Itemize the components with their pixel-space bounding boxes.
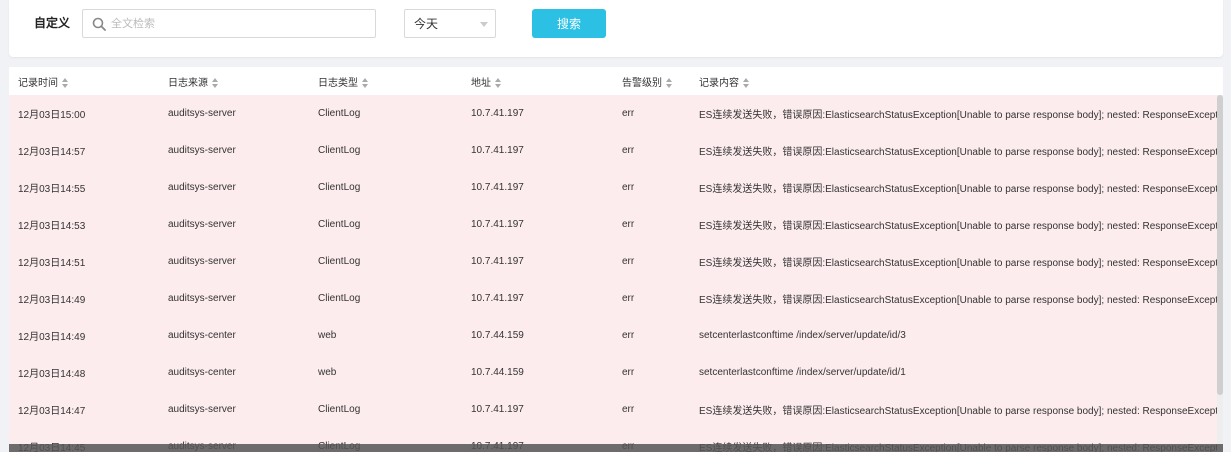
- table-row[interactable]: 12月03日14:53 auditsys-server ClientLog 10.7.…: [9, 206, 1223, 243]
- cell-alert-level: err: [622, 330, 635, 341]
- cell-address: 10.7.44.159: [471, 367, 524, 378]
- table-body: 12月03日15:00 auditsys-server ClientLog 10.7.…: [9, 95, 1223, 452]
- cell-log-type: ClientLog: [318, 108, 361, 119]
- column-header-label: 告警级别: [622, 77, 662, 89]
- log-table: 记录时间 日志来源 日志类型 地址 告警级别 记录内容 12月03日15:00 audits…: [9, 67, 1223, 452]
- cell-log-type: web: [318, 330, 337, 341]
- cell-record-time: 12月03日14:57: [18, 147, 86, 158]
- cell-address: 10.7.41.197: [471, 256, 524, 267]
- column-header-label: 记录内容: [699, 77, 739, 89]
- column-header-label: 记录时间: [18, 77, 58, 89]
- vertical-scrollbar[interactable]: [1217, 95, 1223, 452]
- column-header-record-content[interactable]: 记录内容: [690, 67, 1223, 95]
- cell-address: 10.7.41.197: [471, 182, 524, 193]
- cell-log-type: ClientLog: [318, 145, 361, 156]
- table-row[interactable]: 12月03日14:51 auditsys-server ClientLog 10.7.…: [9, 243, 1223, 280]
- column-header-label: 地址: [471, 77, 491, 89]
- sort-icon[interactable]: [362, 77, 369, 88]
- column-header-log-type[interactable]: 日志类型: [309, 67, 462, 95]
- table-header: 记录时间 日志来源 日志类型 地址 告警级别 记录内容: [9, 67, 1223, 95]
- table-row[interactable]: 12月03日14:47 auditsys-server ClientLog 10.7.…: [9, 391, 1223, 428]
- cell-alert-level: err: [622, 404, 635, 415]
- table-row[interactable]: 12月03日14:49 auditsys-center web 10.7.44.159…: [9, 317, 1223, 354]
- custom-filter-label: 自定义: [34, 16, 71, 30]
- cell-log-source: auditsys-server: [168, 404, 236, 415]
- cell-record-time: 12月03日15:00: [18, 110, 86, 121]
- cell-record-time: 12月03日14:49: [18, 332, 86, 343]
- sort-icon[interactable]: [62, 77, 69, 88]
- horizontal-scrollbar[interactable]: [9, 444, 1223, 452]
- cell-log-source: auditsys-center: [168, 330, 236, 341]
- cell-record-time: 12月03日14:55: [18, 184, 86, 195]
- cell-record-time: 12月03日14:49: [18, 295, 86, 306]
- sort-icon[interactable]: [666, 77, 673, 88]
- cell-address: 10.7.41.197: [471, 145, 524, 156]
- cell-log-type: ClientLog: [318, 182, 361, 193]
- cell-alert-level: err: [622, 182, 635, 193]
- cell-alert-level: err: [622, 367, 635, 378]
- cell-address: 10.7.41.197: [471, 293, 524, 304]
- column-header-record-time[interactable]: 记录时间: [9, 67, 159, 95]
- cell-log-type: ClientLog: [318, 219, 361, 230]
- cell-record-content: ES连续发送失败，错误原因:ElasticsearchStatusExcepti…: [699, 258, 1223, 269]
- column-header-alert-level[interactable]: 告警级别: [613, 67, 690, 95]
- cell-record-content: ES连续发送失败，错误原因:ElasticsearchStatusExcepti…: [699, 147, 1223, 158]
- cell-log-source: auditsys-server: [168, 256, 236, 267]
- search-box[interactable]: [82, 9, 376, 38]
- cell-log-source: auditsys-center: [168, 367, 236, 378]
- cell-address: 10.7.44.159: [471, 330, 524, 341]
- cell-record-content: ES连续发送失败，错误原因:ElasticsearchStatusExcepti…: [699, 110, 1223, 121]
- search-button[interactable]: 搜索: [532, 9, 606, 38]
- cell-record-time: 12月03日14:53: [18, 221, 86, 232]
- cell-record-time: 12月03日14:47: [18, 406, 86, 417]
- column-header-label: 日志类型: [318, 77, 358, 89]
- cell-log-type: ClientLog: [318, 404, 361, 415]
- date-range-value: 今天: [414, 17, 439, 31]
- cell-record-content: ES连续发送失败，错误原因:ElasticsearchStatusExcepti…: [699, 295, 1223, 306]
- cell-log-source: auditsys-server: [168, 182, 236, 193]
- cell-log-source: auditsys-server: [168, 108, 236, 119]
- cell-alert-level: err: [622, 108, 635, 119]
- table-row[interactable]: 12月03日14:57 auditsys-server ClientLog 10.7.…: [9, 132, 1223, 169]
- cell-record-time: 12月03日14:51: [18, 258, 86, 269]
- cell-alert-level: err: [622, 219, 635, 230]
- cell-alert-level: err: [622, 293, 635, 304]
- date-range-select[interactable]: 今天: [404, 9, 496, 38]
- cell-alert-level: err: [622, 145, 635, 156]
- cell-record-content: ES连续发送失败，错误原因:ElasticsearchStatusExcepti…: [699, 184, 1223, 195]
- table-row[interactable]: 12月03日14:48 auditsys-center web 10.7.44.159…: [9, 354, 1223, 391]
- cell-record-content: ES连续发送失败，错误原因:ElasticsearchStatusExcepti…: [699, 221, 1223, 232]
- sort-icon[interactable]: [212, 77, 219, 88]
- cell-address: 10.7.41.197: [471, 404, 524, 415]
- search-icon: [92, 17, 106, 31]
- scrollbar-thumb[interactable]: [1217, 95, 1223, 395]
- cell-alert-level: err: [622, 256, 635, 267]
- cell-record-time: 12月03日14:48: [18, 369, 86, 380]
- cell-record-content: setcenterlastconftime /index/server/upda…: [699, 330, 906, 341]
- column-header-log-source[interactable]: 日志来源: [159, 67, 309, 95]
- cell-log-type: ClientLog: [318, 293, 361, 304]
- search-input[interactable]: [111, 10, 371, 37]
- cell-log-type: web: [318, 367, 337, 378]
- cell-log-source: auditsys-server: [168, 293, 236, 304]
- chevron-down-icon: [480, 22, 488, 27]
- cell-record-content: ES连续发送失败，错误原因:ElasticsearchStatusExcepti…: [699, 406, 1223, 417]
- cell-log-source: auditsys-server: [168, 145, 236, 156]
- cell-record-content: setcenterlastconftime /index/server/upda…: [699, 367, 906, 378]
- column-header-label: 日志来源: [168, 77, 208, 89]
- table-row[interactable]: 12月03日14:55 auditsys-server ClientLog 10.7.…: [9, 169, 1223, 206]
- filter-toolbar: 自定义 今天 搜索: [9, 0, 1223, 57]
- cell-address: 10.7.41.197: [471, 219, 524, 230]
- column-header-address[interactable]: 地址: [462, 67, 613, 95]
- cell-address: 10.7.41.197: [471, 108, 524, 119]
- sort-icon[interactable]: [743, 77, 750, 88]
- table-row[interactable]: 12月03日14:49 auditsys-server ClientLog 10.7.…: [9, 280, 1223, 317]
- cell-log-type: ClientLog: [318, 256, 361, 267]
- sort-icon[interactable]: [495, 77, 502, 88]
- cell-log-source: auditsys-server: [168, 219, 236, 230]
- table-row[interactable]: 12月03日15:00 auditsys-server ClientLog 10.7.…: [9, 95, 1223, 132]
